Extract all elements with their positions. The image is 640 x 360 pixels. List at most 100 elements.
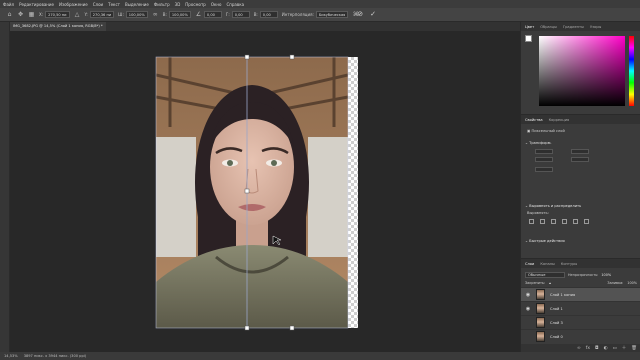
mask-icon[interactable]: ◘ — [595, 346, 599, 351]
h-field[interactable]: 100,00% — [168, 11, 191, 18]
menu-edit[interactable]: Редактирование — [19, 2, 54, 7]
reference-point-icon[interactable]: ▦ — [28, 11, 35, 18]
tab-swatches[interactable]: Образцы — [540, 25, 557, 29]
align-bottom-icon[interactable] — [584, 219, 589, 224]
y-label: Y: — [84, 12, 88, 17]
new-layer-icon[interactable]: ＋ — [622, 345, 627, 351]
adjustment-icon[interactable]: ◐ — [604, 346, 608, 351]
folder-icon[interactable]: ▭ — [613, 346, 617, 351]
zoom-level[interactable]: 14,53% — [4, 354, 18, 358]
w-field[interactable]: 100,00% — [125, 11, 148, 18]
layer-name: Слой 1 копия — [550, 292, 576, 297]
lock-icon[interactable]: 🔒︎ — [549, 281, 551, 285]
menu-view[interactable]: Просмотр — [185, 2, 206, 7]
fill-value[interactable]: 100% — [627, 281, 637, 285]
align-center-h-icon[interactable] — [540, 219, 545, 224]
canvas-area[interactable] — [10, 31, 520, 352]
prop-x-field[interactable] — [571, 149, 589, 154]
right-panels: Цвет Образцы Градиенты Узоры Свойства Ко… — [520, 22, 640, 352]
layers-panel: Слои Каналы Контуры Обычные Непрозрачнос… — [521, 258, 640, 352]
tab-layers[interactable]: Слои — [525, 262, 534, 266]
align-right-icon[interactable] — [551, 219, 556, 224]
document-image[interactable] — [156, 57, 348, 328]
blend-mode-select[interactable]: Обычные — [525, 271, 565, 278]
color-picker-field[interactable] — [539, 36, 625, 106]
prop-h-field[interactable] — [535, 157, 553, 162]
layer-row[interactable]: Слой 0 — [521, 329, 640, 343]
layer-kind-label: Пиксельный слой — [531, 129, 565, 133]
commit-transform-icon[interactable]: ✓ — [370, 10, 376, 18]
menu-type[interactable]: Текст — [108, 2, 120, 7]
tab-color[interactable]: Цвет — [525, 25, 534, 29]
menu-layers[interactable]: Слои — [93, 2, 103, 7]
h-label: В: — [162, 12, 167, 17]
foreground-color-swatch[interactable] — [525, 35, 532, 42]
layer-thumbnail — [536, 331, 545, 342]
layer-kind: ▣ Пиксельный слой — [527, 129, 565, 133]
eye-icon[interactable]: ◉ — [525, 306, 531, 312]
link-layers-icon[interactable]: ∞ — [577, 346, 581, 351]
align-section-title[interactable]: ⌄ Выровнять и распределить — [525, 204, 581, 208]
x-field[interactable]: 270,50 пи — [45, 11, 70, 18]
align-left-icon[interactable] — [529, 219, 534, 224]
prop-angle-field[interactable] — [535, 167, 553, 172]
home-icon[interactable]: ⌂ — [6, 11, 13, 18]
properties-panel: Свойства Коррекция ▣ Пиксельный слой ⌄ Т… — [521, 114, 640, 258]
document-tab-bar: IMG_3682.JPG @ 14,5% (Слой 1 копия, RGB/… — [10, 22, 520, 31]
prop-y-field[interactable] — [571, 157, 589, 162]
tab-adjustments[interactable]: Коррекция — [549, 118, 570, 122]
menu-window[interactable]: Окно — [211, 2, 222, 7]
layer-name: Слой 1 — [550, 306, 563, 311]
menu-3d[interactable]: 3D — [175, 2, 181, 7]
portrait-image — [156, 57, 348, 328]
tab-paths[interactable]: Контуры — [561, 262, 577, 266]
interpolation-select[interactable]: Бикубическая — [315, 11, 349, 18]
hskew-label: Г: — [225, 12, 230, 17]
lock-row: Закрепить: 🔒︎ Заливка: 100% — [525, 280, 637, 286]
menu-bar: Файл Редактирование Изображение Слои Тек… — [0, 0, 640, 8]
eye-icon[interactable]: ◉ — [525, 292, 531, 298]
menu-file[interactable]: Файл — [3, 2, 14, 7]
blend-row: Обычные Непрозрачность: 100% — [525, 271, 637, 278]
angle-field[interactable]: 0,00 — [203, 11, 222, 18]
quick-actions-section-title[interactable]: ⌄ Быстрые действия — [525, 239, 565, 243]
tab-properties[interactable]: Свойства — [525, 118, 543, 122]
tab-gradients[interactable]: Градиенты — [563, 25, 584, 29]
cancel-transform-icon[interactable]: ⊘ — [357, 10, 363, 18]
layer-row[interactable]: ◉ Слой 1 — [521, 301, 640, 315]
transparent-area — [348, 57, 358, 328]
vskew-field[interactable]: 0,00 — [259, 11, 278, 18]
document-tab[interactable]: IMG_3682.JPG @ 14,5% (Слой 1 копия, RGB/… — [10, 22, 106, 31]
quick-actions-title: Быстрые действия — [529, 239, 565, 243]
tab-patterns[interactable]: Узоры — [590, 25, 601, 29]
opacity-label: Непрозрачность: — [568, 272, 599, 277]
x-label: X: — [39, 12, 44, 17]
menu-help[interactable]: Справка — [226, 2, 244, 7]
w-label: Ш: — [118, 12, 124, 17]
delta-icon[interactable]: △ — [74, 11, 81, 18]
menu-image[interactable]: Изображение — [59, 2, 88, 7]
menu-select[interactable]: Выделение — [125, 2, 149, 7]
move-tool-icon[interactable]: ✥ — [17, 11, 24, 18]
opacity-value[interactable]: 100% — [601, 273, 611, 277]
layer-row[interactable]: ◉ Слой 1 копия — [521, 287, 640, 301]
align-center-v-icon[interactable] — [573, 219, 578, 224]
tab-channels[interactable]: Каналы — [540, 262, 554, 266]
transform-title: Трансформ. — [529, 141, 552, 145]
hskew-field[interactable]: 0,00 — [231, 11, 250, 18]
menu-filter[interactable]: Фильтр — [154, 2, 170, 7]
fx-icon[interactable]: fx — [586, 346, 590, 351]
tools-panel — [0, 22, 10, 352]
transform-section-title[interactable]: ⌄ Трансформ. — [525, 141, 552, 145]
align-top-icon[interactable] — [562, 219, 567, 224]
layer-row[interactable]: Слой 3 — [521, 315, 640, 329]
y-field[interactable]: 270,36 пи — [89, 11, 115, 18]
hue-slider[interactable] — [629, 36, 634, 106]
trash-icon[interactable]: 🗑︎ — [631, 346, 637, 351]
link-icon[interactable]: ∞ — [152, 11, 159, 18]
align-subtitle: Выровнять: — [527, 211, 549, 215]
prop-w-field[interactable] — [535, 149, 553, 154]
align-buttons — [529, 219, 589, 224]
layer-thumbnail — [536, 303, 545, 314]
angle-icon: ∠ — [195, 11, 202, 18]
